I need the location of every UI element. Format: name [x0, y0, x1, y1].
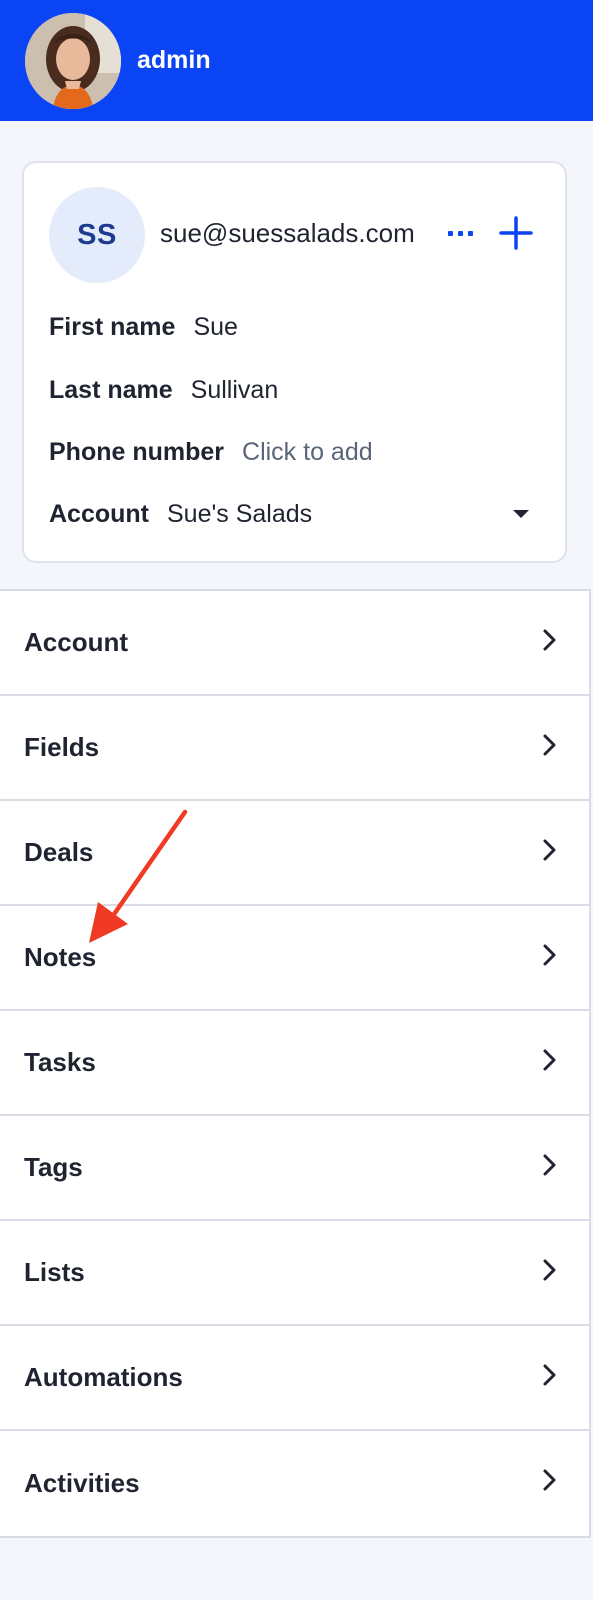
section-label: Activities [24, 1468, 140, 1498]
caret-down-icon [513, 510, 529, 518]
chevron-right-icon [543, 734, 556, 756]
first-name-value[interactable]: Sue [193, 313, 237, 342]
section-label: Tags [24, 1152, 83, 1182]
account-select[interactable]: Sue's Salads [167, 500, 529, 529]
section-item-account[interactable]: Account [0, 591, 589, 696]
chevron-right-icon [543, 944, 556, 966]
section-item-tasks[interactable]: Tasks [0, 1011, 589, 1116]
first-name-label: First name [49, 313, 176, 341]
phone-number-label: Phone number [49, 438, 225, 466]
contact-initials-avatar: SS [49, 187, 145, 283]
chevron-right-icon [543, 1469, 556, 1491]
account-row: Account Sue's Salads [49, 500, 529, 529]
more-options-button[interactable] [440, 215, 480, 251]
chevron-right-icon [543, 839, 556, 861]
add-button[interactable] [496, 213, 536, 253]
section-label: Tasks [24, 1047, 96, 1077]
top-bar: admin [0, 0, 593, 121]
last-name-label: Last name [49, 376, 173, 404]
first-name-row: First name Sue [49, 313, 529, 342]
plus-icon [499, 216, 533, 250]
last-name-row: Last name Sullivan [49, 376, 529, 405]
section-item-deals[interactable]: Deals [0, 801, 589, 906]
chevron-right-icon [543, 1364, 556, 1386]
account-label: Account [49, 500, 149, 528]
user-avatar[interactable] [25, 12, 121, 109]
last-name-value[interactable]: Sullivan [191, 376, 279, 405]
section-label: Automations [24, 1362, 183, 1392]
username-label: admin [137, 46, 211, 74]
section-item-automations[interactable]: Automations [0, 1326, 589, 1431]
chevron-right-icon [543, 1259, 556, 1281]
account-value: Sue's Salads [167, 500, 313, 528]
chevron-right-icon [543, 1049, 556, 1071]
chevron-right-icon [543, 1154, 556, 1176]
section-list: Account Fields Deals Notes Tasks Tags Li… [0, 589, 591, 1538]
ellipsis-icon [447, 230, 453, 236]
section-label: Account [24, 627, 128, 657]
section-item-notes[interactable]: Notes [0, 906, 589, 1011]
section-label: Lists [24, 1257, 85, 1287]
section-item-activities[interactable]: Activities [0, 1431, 589, 1536]
section-label: Deals [24, 837, 94, 867]
phone-number-field[interactable]: Click to add [242, 438, 373, 467]
contact-email: sue@suessalads.com [160, 218, 415, 248]
contact-card: SS sue@suessalads.com First name Sue Las… [22, 161, 567, 563]
section-item-tags[interactable]: Tags [0, 1116, 589, 1221]
chevron-right-icon [543, 629, 556, 651]
section-item-lists[interactable]: Lists [0, 1221, 589, 1326]
section-label: Fields [24, 732, 100, 762]
section-item-fields[interactable]: Fields [0, 696, 589, 801]
phone-number-row: Phone number Click to add [49, 438, 529, 467]
section-label: Notes [24, 942, 97, 972]
